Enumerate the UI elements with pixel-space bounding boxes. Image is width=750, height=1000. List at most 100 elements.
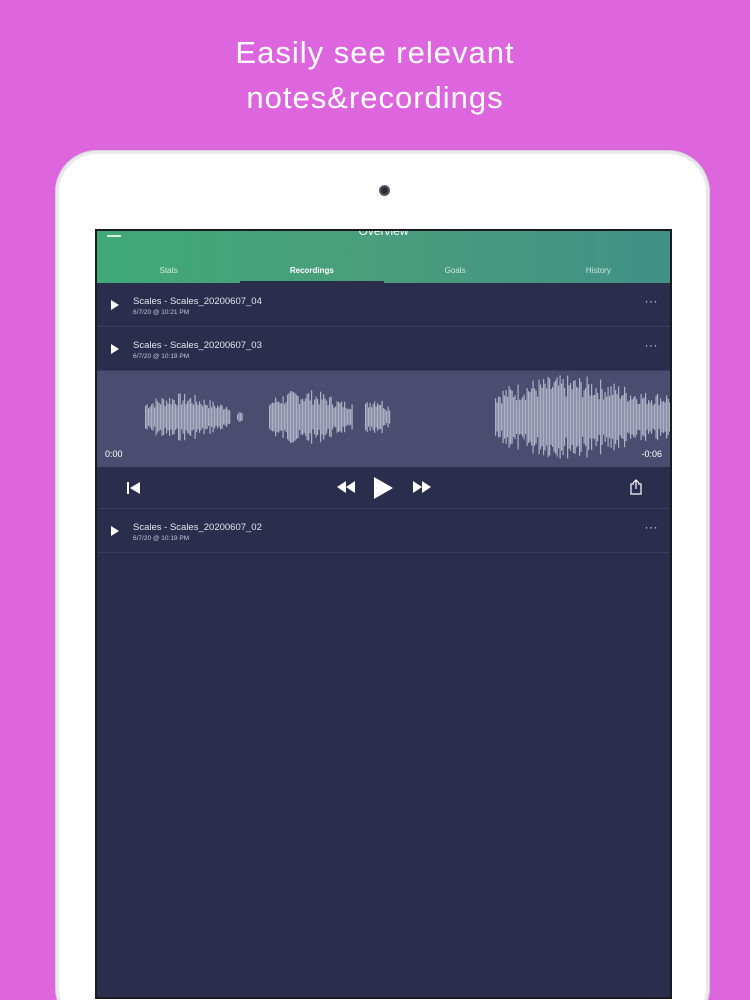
waveform-bar xyxy=(552,387,554,447)
waveform-bar xyxy=(347,409,349,425)
waveform-bar xyxy=(218,407,220,427)
recording-row[interactable]: Scales - Scales_20200607_03 6/7/20 @ 10:… xyxy=(97,327,670,371)
waveform-bar xyxy=(350,409,352,425)
waveform-bar xyxy=(315,396,317,438)
waveform-bar xyxy=(178,393,180,441)
waveform-bar xyxy=(197,404,199,430)
remaining-time: -0:06 xyxy=(641,449,662,459)
waveform-bar xyxy=(365,403,367,431)
waveform-bar xyxy=(583,390,585,444)
waveform-bar xyxy=(661,401,663,433)
waveform-bar xyxy=(609,396,611,438)
waveform-bar xyxy=(223,409,225,425)
tab-stats[interactable]: Stats xyxy=(97,261,240,283)
more-options-icon[interactable]: ··· xyxy=(645,520,659,534)
waveform-bar xyxy=(531,388,533,446)
waveform-bar xyxy=(517,384,519,450)
waveform-bar xyxy=(645,393,647,441)
waveform-bar xyxy=(300,399,302,435)
waveform-bar xyxy=(335,406,337,428)
skip-to-start-icon[interactable] xyxy=(127,481,141,499)
waveform-bar xyxy=(624,386,626,448)
waveform-bar xyxy=(329,397,331,437)
waveform-bar xyxy=(282,396,284,438)
waveform-bar xyxy=(284,404,286,430)
waveform-bar xyxy=(158,403,160,431)
waveform-bar xyxy=(194,394,196,440)
waveform-bar xyxy=(211,407,213,427)
recordings-list: Scales - Scales_20200607_04 6/7/20 @ 10:… xyxy=(97,283,670,553)
waveform-bar xyxy=(330,396,332,438)
fast-forward-icon[interactable] xyxy=(413,480,431,498)
tab-goals[interactable]: Goals xyxy=(384,261,527,283)
waveform-bar xyxy=(507,396,509,438)
waveform-bar xyxy=(221,405,223,429)
waveform-bar xyxy=(511,390,513,444)
rewind-icon[interactable] xyxy=(337,480,355,498)
waveform-bar xyxy=(495,398,497,436)
waveform-bar xyxy=(341,401,343,433)
waveform-bar xyxy=(199,401,201,433)
waveform-bar xyxy=(498,396,500,438)
recording-title: Scales - Scales_20200607_02 xyxy=(133,522,262,533)
play-icon[interactable] xyxy=(111,300,119,310)
waveform-bar xyxy=(314,399,316,435)
waveform-bar xyxy=(603,399,605,435)
waveform-bar xyxy=(504,395,506,439)
waveform-scrubber[interactable]: 0:00 -0:06 xyxy=(97,371,670,467)
waveform-bar xyxy=(190,398,192,436)
waveform-bar xyxy=(281,403,283,431)
waveform-bar xyxy=(667,398,669,436)
waveform-bar xyxy=(275,397,277,437)
waveform-bar xyxy=(184,393,186,441)
waveform-bar xyxy=(547,376,549,458)
more-options-icon[interactable]: ··· xyxy=(645,338,659,352)
tablet-frame: Overview Stats Recordings Goals History … xyxy=(55,150,710,1000)
waveform-bars xyxy=(145,375,670,459)
waveform-bar xyxy=(164,406,166,428)
waveform-bar xyxy=(621,395,623,439)
waveform-bar xyxy=(543,378,545,456)
waveform-bar xyxy=(618,386,620,448)
waveform-bar xyxy=(215,408,217,426)
tab-bar: Stats Recordings Goals History xyxy=(97,261,670,283)
recording-row[interactable]: Scales - Scales_20200607_04 6/7/20 @ 10:… xyxy=(97,283,670,327)
waveform-bar xyxy=(290,391,292,443)
waveform-bar xyxy=(637,404,639,430)
waveform-bar xyxy=(351,404,353,430)
waveform-bar xyxy=(323,394,325,440)
waveform-bar xyxy=(308,393,310,441)
waveform-bar xyxy=(666,395,668,439)
recording-date: 6/7/20 @ 10:19 PM xyxy=(133,353,190,360)
waveform-bar xyxy=(646,404,648,430)
waveform-bar xyxy=(654,403,656,431)
waveform-bar xyxy=(175,403,177,431)
waveform-bar xyxy=(640,394,642,440)
waveform-bar xyxy=(145,405,147,429)
waveform-bar xyxy=(305,398,307,436)
waveform-bar xyxy=(499,397,501,437)
waveform-bar xyxy=(339,402,341,432)
waveform-bar xyxy=(505,390,507,444)
more-options-icon[interactable]: ··· xyxy=(645,294,659,308)
waveform-bar xyxy=(238,412,240,422)
waveform-bar xyxy=(561,383,563,451)
waveform-bar xyxy=(559,375,561,459)
play-icon[interactable] xyxy=(111,344,119,354)
recording-row[interactable]: Scales - Scales_20200607_02 6/7/20 @ 10:… xyxy=(97,509,670,553)
play-icon[interactable] xyxy=(373,477,393,504)
waveform-bar xyxy=(317,398,319,436)
waveform-bar xyxy=(534,388,536,446)
waveform-bar xyxy=(179,393,181,441)
play-icon[interactable] xyxy=(111,526,119,536)
tab-history[interactable]: History xyxy=(527,261,670,283)
waveform-bar xyxy=(217,405,219,429)
waveform-graphic xyxy=(145,375,670,459)
waveform-bar xyxy=(368,407,370,427)
recording-title: Scales - Scales_20200607_03 xyxy=(133,340,262,351)
waveform-bar xyxy=(294,393,296,441)
waveform-bar xyxy=(627,401,629,433)
tab-recordings[interactable]: Recordings xyxy=(240,261,384,283)
waveform-bar xyxy=(633,397,635,437)
share-icon[interactable] xyxy=(630,479,642,500)
